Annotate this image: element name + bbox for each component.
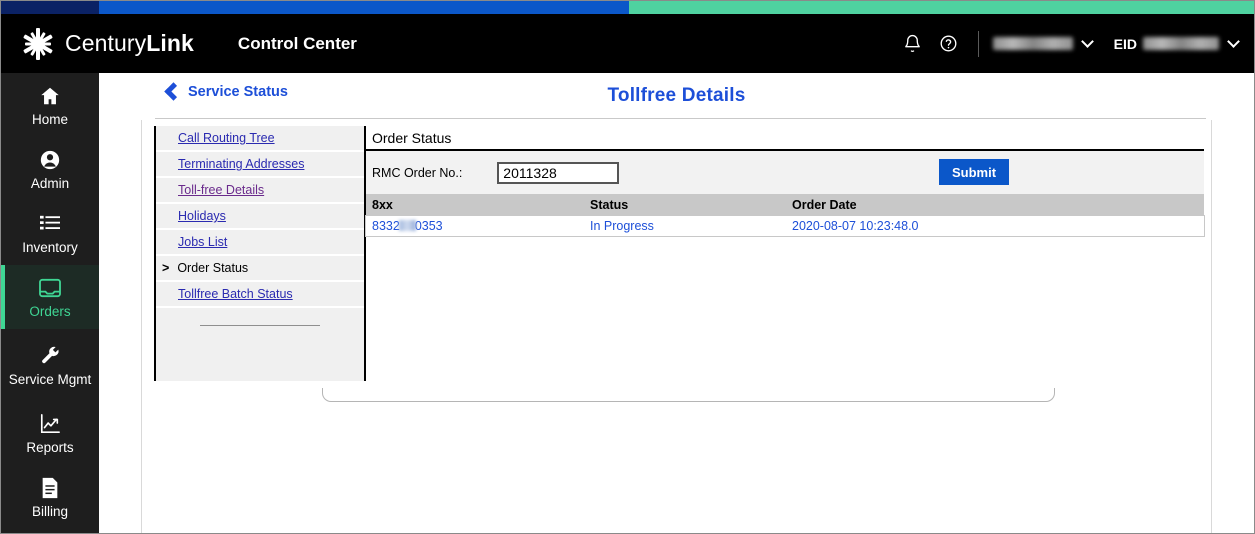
main-sidebar: Home Admin Inventory Orders Service Mgmt… (1, 73, 99, 533)
sub-nav-item-holidays[interactable]: Holidays (156, 204, 364, 230)
sidebar-item-home[interactable]: Home (1, 73, 99, 137)
sub-nav-link[interactable]: Terminating Addresses (178, 157, 304, 171)
wrench-icon (40, 344, 61, 368)
submit-button[interactable]: Submit (939, 159, 1009, 185)
column-header-order-date: Order Date (786, 194, 1204, 216)
cell-status: In Progress (584, 216, 786, 236)
app-title: Control Center (237, 33, 357, 53)
sidebar-item-label: Admin (30, 175, 70, 191)
column-header-8xx: 8xx (366, 194, 584, 216)
sidebar-item-orders[interactable]: Orders (1, 265, 99, 329)
tollfree-module: Call Routing Tree Terminating Addresses … (154, 126, 1205, 402)
brand-century-text: Century (65, 30, 147, 56)
main-content: Service Status Tollfree Details Call Rou… (99, 73, 1254, 533)
sub-nav-item-toll-free-details[interactable]: Toll-free Details (156, 178, 364, 204)
sidebar-item-label: Billing (31, 503, 69, 519)
account-name-redacted (992, 37, 1073, 50)
column-header-status: Status (584, 194, 786, 216)
number-redacted-segment (398, 220, 416, 231)
top-accent-strip (1, 1, 1254, 14)
sub-nav-link[interactable]: Call Routing Tree (178, 131, 275, 145)
sub-nav-footer (156, 308, 364, 342)
list-icon (39, 212, 61, 236)
sidebar-item-label: Reports (26, 439, 74, 455)
brand-logo[interactable]: CenturyLink (21, 27, 194, 61)
user-circle-icon (39, 148, 61, 172)
help-circle-icon[interactable] (934, 29, 964, 59)
content-panel-frame: Call Routing Tree Terminating Addresses … (141, 120, 1212, 533)
app-header: CenturyLink Control Center EID (1, 14, 1254, 73)
inbox-tray-icon (38, 276, 62, 300)
account-menu[interactable] (992, 35, 1094, 50)
sidebar-item-service-mgmt[interactable]: Service Mgmt (1, 329, 99, 401)
header-rule (155, 118, 1206, 119)
sub-nav-item-tollfree-batch-status[interactable]: Tollfree Batch Status (156, 282, 364, 308)
sub-nav-link[interactable]: Tollfree Batch Status (178, 287, 293, 301)
header-divider (977, 30, 979, 57)
table-body: 8332 0353 In Progress 2020-08-07 10:23:48… (365, 215, 1205, 237)
page-header-row: Service Status Tollfree Details (99, 73, 1254, 119)
accent-segment-green (629, 1, 1254, 14)
sidebar-item-reports[interactable]: Reports (1, 401, 99, 465)
sub-nav-item-jobs-list[interactable]: Jobs List (156, 230, 364, 256)
sub-navigation-list: Call Routing Tree Terminating Addresses … (154, 126, 366, 381)
sub-nav-divider (200, 324, 320, 326)
rmc-order-input[interactable] (497, 161, 620, 184)
accent-segment-blue (99, 1, 629, 14)
chevron-down-icon (1227, 35, 1240, 48)
table-row[interactable]: 8332 0353 In Progress 2020-08-07 10:23:48… (365, 215, 1205, 237)
rmc-order-label: RMC Order No.: (372, 165, 463, 180)
sub-nav-label: Order Status (177, 261, 249, 275)
order-status-panel: Order Status RMC Order No.: Submit 8xx S… (365, 126, 1205, 381)
sub-nav-item-call-routing-tree[interactable]: Call Routing Tree (156, 126, 364, 152)
page-title: Tollfree Details (607, 85, 746, 106)
sidebar-item-label: Service Mgmt (8, 371, 92, 387)
app-window: CenturyLink Control Center EID Home Admi… (0, 0, 1255, 534)
eid-label: EID (1113, 35, 1137, 52)
eid-menu[interactable]: EID (1092, 35, 1240, 52)
header-right-cluster: EID (898, 29, 1240, 59)
card-bottom-edge (322, 388, 1055, 402)
sidebar-item-admin[interactable]: Admin (1, 137, 99, 201)
order-lookup-form: RMC Order No.: Submit (366, 151, 1204, 194)
brand-wordmark: CenturyLink (65, 30, 194, 57)
sub-nav-item-order-status: > Order Status (156, 256, 364, 282)
panel-heading: Order Status (366, 126, 1204, 151)
table-header-row: 8xx Status Order Date (366, 194, 1204, 216)
eid-value-redacted (1143, 37, 1219, 50)
home-icon (39, 84, 61, 108)
cell-8xx-number: 8332 0353 (366, 216, 584, 236)
sub-nav-link[interactable]: Holidays (178, 209, 226, 223)
sub-nav-link[interactable]: Jobs List (178, 235, 227, 249)
number-suffix: 0353 (414, 219, 443, 233)
table-head: 8xx Status Order Date (366, 194, 1204, 216)
tollfree-module-inner: Call Routing Tree Terminating Addresses … (154, 126, 1205, 381)
sidebar-item-label: Orders (29, 303, 71, 319)
sidebar-item-inventory[interactable]: Inventory (1, 201, 99, 265)
chart-line-icon (39, 412, 61, 436)
sidebar-item-billing[interactable]: Billing (1, 465, 99, 529)
order-status-table: 8xx Status Order Date 8332 0353 In Progre… (365, 194, 1205, 237)
brand-link-text: Link (146, 30, 194, 56)
sidebar-item-label: Home (31, 111, 68, 127)
sidebar-item-label: Inventory (22, 239, 78, 255)
number-prefix: 8332 (372, 219, 400, 233)
cell-order-date: 2020-08-07 10:23:48.0 (786, 216, 1204, 236)
current-item-marker: > (162, 261, 170, 275)
bell-icon[interactable] (898, 29, 928, 59)
invoice-icon (40, 476, 60, 500)
sub-nav-item-terminating-addresses[interactable]: Terminating Addresses (156, 152, 364, 178)
accent-segment-navy (1, 1, 99, 14)
sub-nav-link[interactable]: Toll-free Details (178, 183, 264, 197)
centurylink-sunburst-icon (21, 27, 55, 61)
